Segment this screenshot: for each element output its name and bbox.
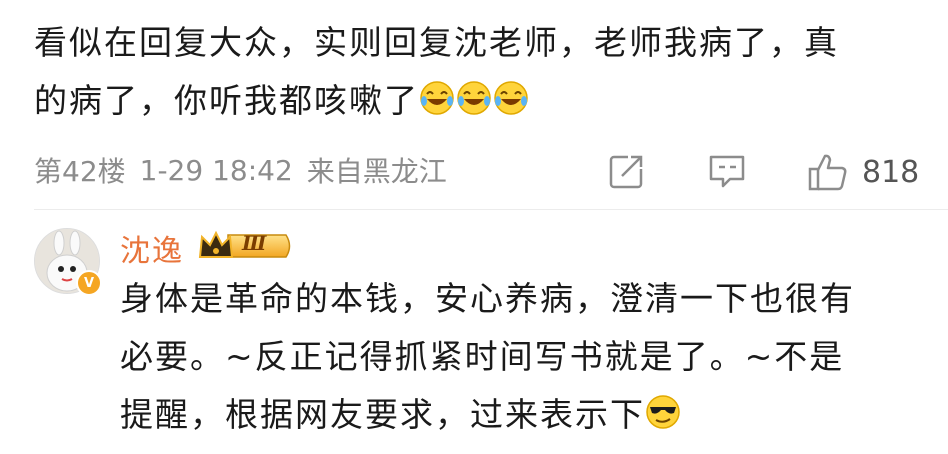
reply-line: 必要。~反正记得抓紧时间写书就是了。~不是 xyxy=(120,337,845,376)
reply-line: 提醒，根据网友要求，过来表示下 xyxy=(120,395,645,434)
laugh-cry-emoji-icon xyxy=(456,76,492,115)
floor-number: 第42楼 xyxy=(34,155,126,188)
reply-line: 身体是革命的本钱，安心养病，澄清一下也很有 xyxy=(120,279,855,318)
level-badge-text: Ⅲ xyxy=(242,231,267,255)
laugh-cry-emoji-icon xyxy=(419,76,455,115)
reply-button[interactable] xyxy=(708,152,746,190)
verified-badge-icon: V xyxy=(76,270,102,296)
reply-line-with-emoji: 提醒，根据网友要求，过来表示下 xyxy=(120,386,935,444)
thumbs-up-icon xyxy=(808,154,847,191)
comment-line: 看似在回复大众，实则回复沈老师，老师我病了，真 xyxy=(34,23,839,62)
level-badge: Ⅲ xyxy=(198,229,294,263)
divider xyxy=(34,209,948,210)
comment-line: 的病了，你听我都咳嗽了 xyxy=(34,81,419,120)
cool-sunglasses-emoji-icon xyxy=(645,390,681,429)
comment-date: 1-29 18:42 xyxy=(139,153,293,187)
reply-text: 身体是革命的本钱，安心养病，澄清一下也很有 必要。~反正记得抓紧时间写书就是了。… xyxy=(120,270,935,444)
laugh-cry-emoji-icon xyxy=(493,76,529,115)
comment-bubble-icon xyxy=(709,155,745,188)
share-icon xyxy=(609,153,646,189)
like-count: 818 xyxy=(862,154,920,190)
username[interactable]: 沈逸 xyxy=(120,226,184,270)
like-button[interactable]: 818 xyxy=(808,152,919,192)
share-button[interactable] xyxy=(608,152,646,190)
comment-meta: 第42楼 1-29 18:42 来自黑龙江 xyxy=(34,150,447,190)
comment-location: 来自黑龙江 xyxy=(306,155,447,188)
comment-line-with-emoji: 的病了，你听我都咳嗽了 xyxy=(34,72,934,130)
comment-text: 看似在回复大众，实则回复沈老师，老师我病了，真 的病了，你听我都咳嗽了 xyxy=(34,14,934,130)
